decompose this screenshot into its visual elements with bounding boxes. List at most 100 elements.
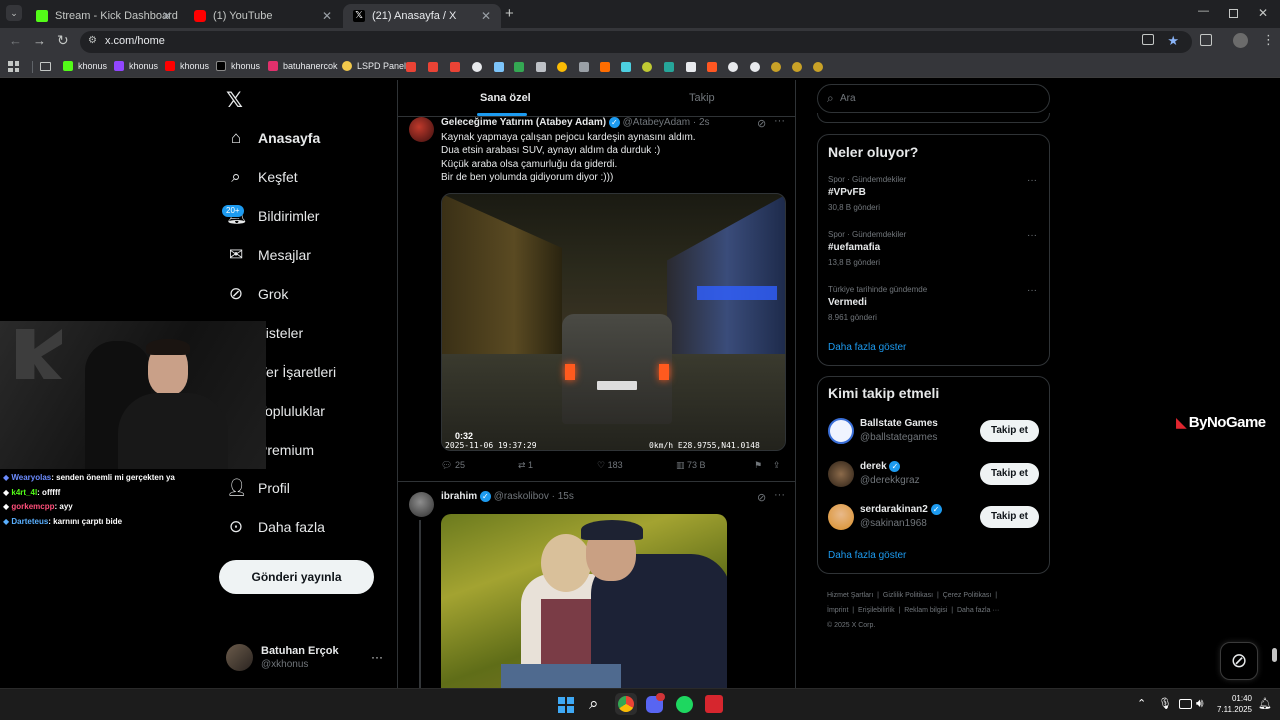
site-icon[interactable] (600, 62, 610, 72)
network-icon[interactable] (1179, 699, 1192, 709)
nav-explore[interactable]: ⌕ Keşfet (226, 167, 297, 187)
tab-following[interactable]: Takip (689, 92, 715, 104)
menu-kebab-icon[interactable]: ⋮ (1262, 32, 1275, 48)
close-tab-icon[interactable]: ✕ (162, 9, 172, 23)
tab-search-button[interactable]: ⌄ (6, 5, 22, 21)
tab-youtube[interactable]: (1) YouTube ✕ (184, 4, 342, 28)
footer-link[interactable]: Çerez Politikası (943, 592, 992, 599)
chrome-icon[interactable] (618, 696, 634, 712)
site-info-icon[interactable]: ⚙ (88, 35, 97, 46)
post-menu-icon[interactable]: ··· (774, 115, 785, 127)
like-button[interactable]: ♡ 183 (597, 460, 623, 471)
volume-icon[interactable]: 🔊︎ (1196, 696, 1204, 711)
folder-icon[interactable] (40, 62, 51, 71)
site-icon[interactable] (642, 62, 652, 72)
site-icon[interactable] (621, 62, 631, 72)
clock[interactable]: 01:40 7.11.2025 (1214, 693, 1252, 715)
profile-avatar-icon[interactable] (1233, 33, 1248, 48)
author-handle[interactable]: @AtabeyAdam (623, 117, 690, 128)
footer-link[interactable]: Gizlilik Politikası (883, 592, 933, 599)
reload-icon[interactable]: ↻ (57, 32, 69, 49)
bookmark-khonus-twitch[interactable]: khonus (114, 61, 158, 71)
repost-button[interactable]: ⇄ 1 (518, 460, 533, 471)
install-app-icon[interactable] (1142, 34, 1154, 45)
gmail-icon[interactable] (406, 62, 416, 72)
site-icon[interactable] (686, 62, 696, 72)
app-icon[interactable] (705, 695, 723, 713)
author-name[interactable]: ibrahim (441, 491, 477, 502)
windows-start-icon[interactable] (558, 697, 574, 713)
follow-suggestion[interactable]: Ballstate Games @ballstategames Takip et (818, 415, 1049, 451)
site-icon[interactable] (771, 62, 781, 72)
grok-icon[interactable]: ⊘ (757, 491, 766, 504)
close-tab-icon[interactable]: ✕ (481, 9, 491, 23)
bookmark-khonus-youtube[interactable]: khonus (165, 61, 209, 71)
site-icon[interactable] (728, 62, 738, 72)
footer-link[interactable]: Erişilebilirlik (858, 607, 895, 614)
avatar[interactable] (828, 504, 854, 530)
post[interactable]: ibrahim ✓ @raskolibov · 15s ⊘ ··· (398, 482, 795, 688)
site-icon[interactable] (557, 62, 567, 72)
footer-link[interactable]: İmprint (827, 607, 848, 614)
site-icon[interactable] (664, 62, 674, 72)
close-tab-icon[interactable]: ✕ (322, 9, 332, 23)
site-icon[interactable] (813, 62, 823, 72)
footer-link[interactable]: Daha fazla ··· (957, 607, 999, 614)
author-name[interactable]: Geleceğime Yatırım (Atabey Adam) (441, 117, 606, 128)
views-button[interactable]: ▥ 73 B (676, 460, 706, 471)
document-icon[interactable] (536, 62, 546, 72)
post-button[interactable]: Gönderi yayınla (219, 560, 374, 594)
search-input[interactable]: ⌕ Ara (817, 84, 1050, 113)
grok-floating-button[interactable]: ⊘ (1220, 642, 1258, 680)
trend-menu-icon[interactable]: ··· (1027, 285, 1037, 296)
trend-item[interactable]: Spor · Gündemdekiler #VPvFB 30,8 B gönde… (818, 173, 1049, 219)
bookmark-khonus-kick[interactable]: khonus (63, 61, 107, 71)
search-icon[interactable]: ⌕ (589, 694, 599, 714)
show-more-link[interactable]: Daha fazla göster (828, 342, 906, 353)
account-menu-icon[interactable]: ··· (371, 650, 383, 664)
tab-x-home[interactable]: 𝕏 (21) Anasayfa / X ✕ (343, 4, 501, 28)
back-icon[interactable]: ← (9, 33, 22, 48)
page-scrollbar[interactable] (1272, 648, 1277, 662)
follow-button[interactable]: Takip et (980, 463, 1039, 485)
nav-home[interactable]: ⌂ Anasayfa (226, 128, 320, 148)
author-handle[interactable]: @raskolibov (494, 491, 549, 502)
nav-messages[interactable]: ✉ Mesajlar (226, 245, 311, 265)
trend-menu-icon[interactable]: ··· (1027, 175, 1037, 186)
gmail-icon[interactable] (428, 62, 438, 72)
tab-kick-dashboard[interactable]: Stream - Kick Dashboard ✕ (26, 4, 182, 28)
microphone-icon[interactable]: 🎙︎ (1158, 697, 1172, 710)
new-tab-button[interactable]: + (505, 5, 514, 22)
avatar[interactable] (226, 644, 253, 671)
avatar[interactable] (409, 117, 434, 142)
forward-icon[interactable]: → (33, 33, 46, 48)
gmail-icon[interactable] (450, 62, 460, 72)
post-photo[interactable] (441, 514, 727, 688)
share-icon[interactable]: ⇪ (773, 460, 781, 471)
account-name[interactable]: Batuhan Erçok (261, 645, 339, 657)
tab-for-you[interactable]: Sana özel (480, 92, 531, 104)
avatar[interactable] (828, 461, 854, 487)
footer-link[interactable]: Reklam bilgisi (904, 607, 947, 614)
site-icon[interactable] (579, 62, 589, 72)
nav-profile[interactable]: 👤︎ Profil (226, 478, 290, 498)
nav-grok[interactable]: ⊘ Grok (226, 284, 288, 304)
minimize-button[interactable]: — (1198, 5, 1209, 17)
site-icon[interactable] (707, 62, 717, 72)
post-time[interactable]: · 15s (552, 491, 574, 502)
apps-grid-icon[interactable] (8, 61, 19, 72)
github-icon[interactable] (472, 62, 482, 72)
avatar[interactable] (409, 492, 434, 517)
site-icon[interactable] (792, 62, 802, 72)
grok-icon[interactable]: ⊘ (757, 117, 766, 130)
trend-item[interactable]: Spor · Gündemdekiler #uefamafia 13,8 B g… (818, 228, 1049, 274)
bookmark-khonus-x[interactable]: khonus (216, 61, 260, 71)
bookmark-button[interactable]: ⚑ (754, 460, 762, 471)
post-menu-icon[interactable]: ··· (774, 489, 785, 501)
bookmark-lspd-panel[interactable]: LSPD Panel (342, 61, 406, 71)
follow-button[interactable]: Takip et (980, 506, 1039, 528)
notification-bell-icon[interactable]: 🔔︎ (1258, 697, 1272, 710)
nav-more[interactable]: ⊙ Daha fazla (226, 517, 325, 537)
tray-chevron-icon[interactable]: ⌃ (1137, 697, 1146, 710)
site-icon[interactable] (514, 62, 524, 72)
